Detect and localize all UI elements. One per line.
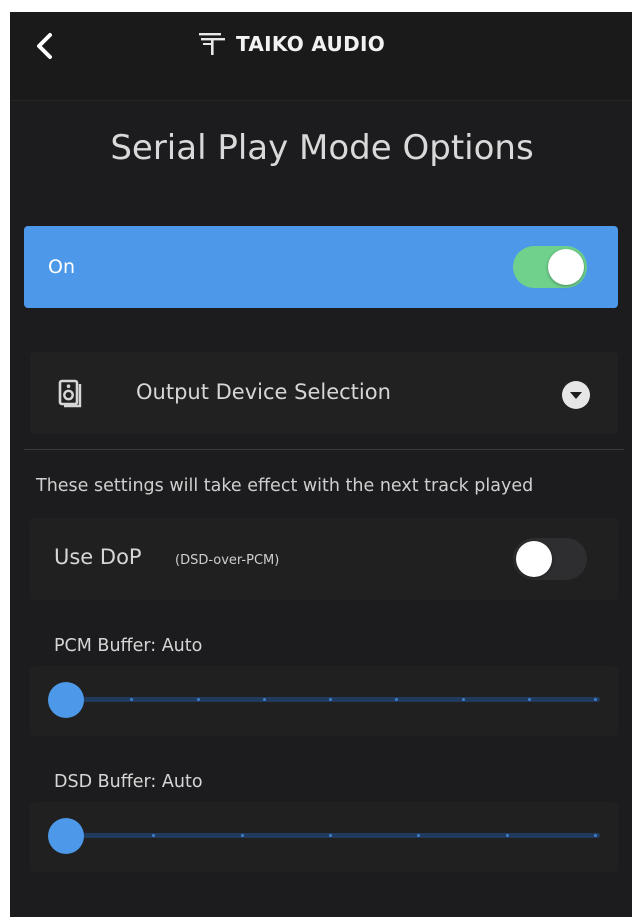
dop-switch[interactable] <box>513 538 587 580</box>
toggle-state-label: On <box>48 256 75 278</box>
slider-tick <box>197 698 200 701</box>
dop-label: Use DoP <box>54 545 142 569</box>
slider-tick <box>594 698 597 701</box>
serial-play-toggle-row[interactable]: On <box>24 226 618 308</box>
switch-knob <box>516 541 552 577</box>
slider-tick <box>329 834 332 837</box>
speaker-icon <box>58 379 82 408</box>
slider-tick <box>263 698 266 701</box>
pcm-buffer-slider[interactable] <box>64 697 600 702</box>
dsd-buffer-label: DSD Buffer: Auto <box>54 772 203 792</box>
serial-play-switch[interactable] <box>513 246 587 288</box>
slider-tick <box>130 698 133 701</box>
back-button[interactable] <box>26 26 66 66</box>
slider-tick <box>395 698 398 701</box>
dsd-buffer-slider-row <box>30 802 618 872</box>
pcm-buffer-slider-thumb[interactable] <box>48 682 84 718</box>
dop-sublabel: (DSD-over-PCM) <box>175 553 280 568</box>
slider-tick <box>417 834 420 837</box>
slider-tick <box>329 698 332 701</box>
slider-tick <box>506 834 509 837</box>
slider-tick <box>241 834 244 837</box>
taiko-logo-icon <box>199 33 225 55</box>
switch-knob <box>548 249 584 285</box>
chevron-down-circle-icon <box>562 381 590 409</box>
slider-tick <box>594 834 597 837</box>
slider-tick <box>462 698 465 701</box>
dop-row[interactable]: Use DoP (DSD-over-PCM) <box>30 518 618 600</box>
pcm-buffer-slider-row <box>30 666 618 736</box>
slider-tick <box>528 698 531 701</box>
settings-notice: These settings will take effect with the… <box>36 476 534 496</box>
section-divider <box>24 449 624 450</box>
brand-name: TAIKO AUDIO <box>236 32 386 56</box>
brand-logo: TAIKO AUDIO <box>198 26 385 62</box>
dsd-buffer-slider[interactable] <box>64 833 600 838</box>
chevron-left-icon <box>37 33 52 59</box>
output-device-dropdown[interactable]: Output Device Selection <box>30 352 618 434</box>
dsd-buffer-slider-thumb[interactable] <box>48 818 84 854</box>
app-screen: TAIKO AUDIO Serial Play Mode Options On … <box>10 12 632 917</box>
slider-tick <box>152 834 155 837</box>
page-title: Serial Play Mode Options <box>110 128 534 168</box>
output-device-label: Output Device Selection <box>136 380 391 404</box>
app-header: TAIKO AUDIO <box>10 12 632 101</box>
pcm-buffer-label: PCM Buffer: Auto <box>54 636 203 656</box>
